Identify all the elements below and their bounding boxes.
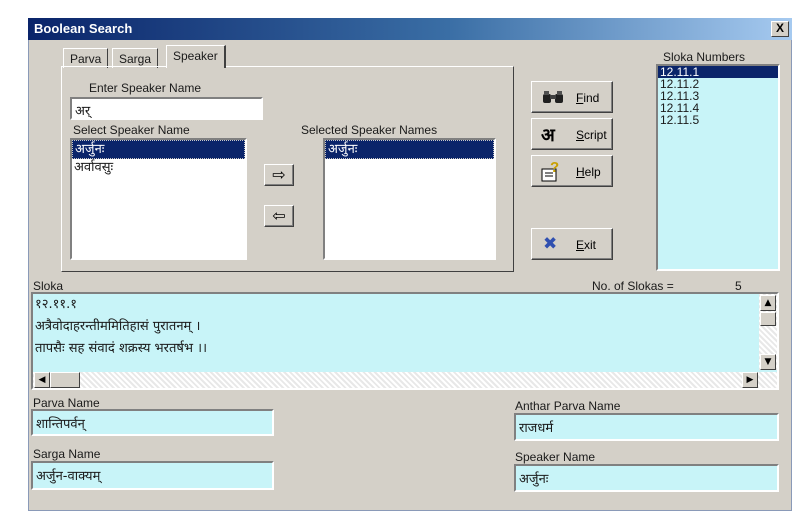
horizontal-scrollbar[interactable] — [33, 372, 777, 388]
sloka-label: Sloka — [33, 279, 64, 293]
sloka-text-area[interactable]: १२.११.१ अत्रैवोदाहरन्तीममितिहासं पुरातनम… — [31, 292, 779, 390]
sloka-count-value: 5 — [735, 279, 742, 293]
scroll-right-arrow-icon[interactable]: ▶ — [742, 372, 758, 388]
sloka-numbers-label: Sloka Numbers — [663, 50, 746, 64]
tab-sarga[interactable]: Sarga — [112, 48, 159, 68]
tab-parva[interactable]: Parva — [63, 48, 109, 68]
speaker-tab-panel — [61, 66, 514, 272]
parva-name-label: Parva Name — [33, 396, 100, 410]
binoculars-icon — [543, 91, 563, 103]
sloka-line: तापसैः सह संवादं शक्रस्य भरतर्षभ ।। — [35, 341, 208, 356]
exit-button-label: Exit — [576, 238, 597, 252]
speaker-name-label: Speaker Name — [515, 450, 596, 464]
sloka-line: अत्रैवोदाहरन्तीममितिहासं पुरातनम् । — [35, 319, 201, 334]
list-item[interactable]: 12.11.5 — [658, 114, 778, 126]
window-title: Boolean Search — [34, 21, 133, 36]
anthar-parva-name-field[interactable]: राजधर्म — [514, 413, 779, 441]
exit-button[interactable]: ✖ Exit — [531, 228, 613, 260]
find-button[interactable]: Find — [531, 81, 613, 113]
scroll-left-arrow-icon[interactable]: ◀ — [34, 372, 50, 388]
speaker-name-field[interactable]: अर्जुनः — [514, 464, 779, 492]
script-button[interactable]: अ Script — [531, 118, 613, 150]
tab-speaker[interactable]: Speaker — [166, 45, 226, 68]
sloka-text: १२.११.१ अत्रैवोदाहरन्तीममितिहासं पुरातनम… — [35, 294, 207, 360]
sarga-name-field[interactable]: अर्जुन-वाक्यम् — [31, 461, 274, 490]
script-button-label: Script — [576, 128, 607, 142]
anthar-parva-name-label: Anthar Parva Name — [515, 399, 621, 413]
sloka-numbers-list[interactable]: 12.11.1 12.11.2 12.11.3 12.11.4 12.11.5 — [656, 64, 780, 271]
parva-name-field[interactable]: शान्तिपर्वन् — [31, 409, 274, 436]
sloka-count-label: No. of Slokas = — [592, 279, 674, 293]
help-button[interactable]: ? Help — [531, 155, 613, 187]
sloka-line: १२.११.१ — [35, 297, 78, 312]
find-button-label: Find — [576, 91, 600, 105]
horizontal-scroll-thumb[interactable] — [50, 372, 80, 388]
help-button-label: Help — [576, 165, 601, 179]
sarga-name-label: Sarga Name — [33, 447, 101, 461]
scroll-down-arrow-icon[interactable]: ▼ — [760, 354, 776, 370]
title-bar[interactable] — [28, 18, 792, 40]
devanagari-a-icon: अ — [541, 125, 555, 146]
exit-x-icon: ✖ — [543, 234, 558, 254]
help-question-mark: ? — [550, 159, 560, 176]
scroll-up-arrow-icon[interactable]: ▲ — [760, 295, 776, 311]
close-button[interactable]: X — [771, 21, 789, 37]
vertical-scroll-thumb[interactable] — [760, 312, 776, 326]
